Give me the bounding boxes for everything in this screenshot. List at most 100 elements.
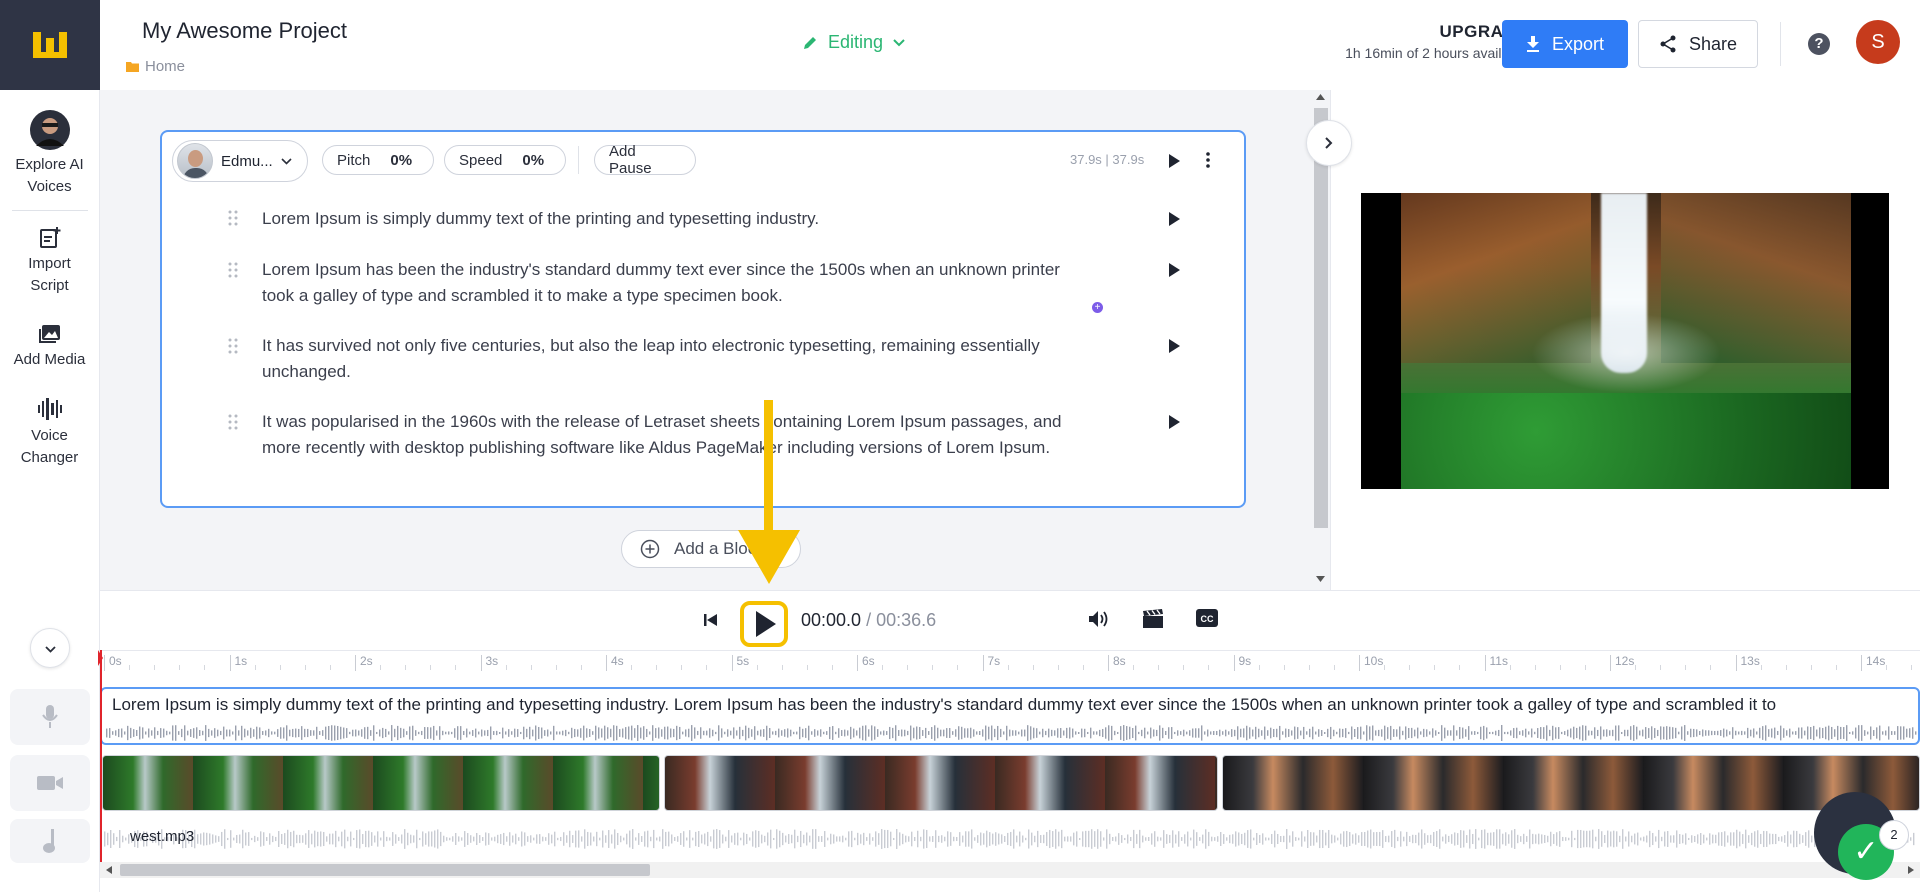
ruler-minor-tick	[1685, 665, 1687, 670]
script-paragraph[interactable]: Lorem Ipsum is simply dummy text of the …	[262, 206, 1082, 232]
play-block-icon[interactable]	[1169, 154, 1180, 168]
header-divider	[1780, 22, 1781, 66]
skip-to-start-icon[interactable]	[704, 613, 718, 627]
share-button[interactable]: Share	[1638, 20, 1758, 68]
scroll-right-icon[interactable]	[1908, 866, 1914, 874]
script-paragraph[interactable]: Lorem Ipsum has been the industry's stan…	[262, 257, 1082, 309]
help-icon[interactable]: ?	[1808, 33, 1830, 55]
drag-handle-icon[interactable]	[228, 338, 238, 354]
ruler-minor-tick	[455, 665, 457, 670]
voice-track-icon	[10, 689, 90, 745]
scroll-down-icon[interactable]	[1316, 576, 1325, 582]
pitch-control[interactable]: Pitch 0%	[322, 145, 434, 175]
playhead[interactable]	[100, 650, 102, 876]
ruler-minor-tick	[907, 665, 909, 670]
sidebar-item-import-script[interactable]: Import Script	[0, 227, 99, 297]
ruler-minor-tick	[681, 665, 683, 670]
video-clip-3[interactable]	[1222, 755, 1920, 811]
share-icon	[1660, 35, 1676, 53]
export-label: Export	[1551, 33, 1605, 54]
captions-icon[interactable]: CC	[1196, 609, 1218, 627]
scrollbar-thumb[interactable]	[120, 864, 650, 876]
play-paragraph-icon[interactable]	[1169, 212, 1180, 226]
ruler-tick-label: 3s	[480, 655, 498, 671]
play-paragraph-icon[interactable]	[1169, 415, 1180, 429]
collapse-timeline-button[interactable]	[30, 628, 70, 668]
project-title[interactable]: My Awesome Project	[142, 18, 347, 44]
music-track-icon	[10, 819, 90, 863]
speed-label: Speed	[459, 151, 503, 169]
sidebar-item-voice-changer[interactable]: Voice Changer	[0, 397, 99, 469]
drag-handle-icon[interactable]	[228, 414, 238, 430]
export-button[interactable]: Export	[1502, 20, 1628, 68]
pitch-value: 0%	[390, 151, 413, 169]
ruler-minor-tick	[530, 665, 532, 670]
script-paragraph[interactable]: It has survived not only five centuries,…	[262, 333, 1082, 385]
sidebar-item-add-media[interactable]: Add Media	[0, 323, 99, 371]
ruler-minor-tick	[1710, 665, 1712, 670]
plus-circle-icon	[640, 539, 660, 559]
script-paragraph[interactable]: It was popularised in the 1960s with the…	[262, 409, 1082, 461]
user-avatar[interactable]: S	[1856, 20, 1900, 64]
playhead-handle[interactable]	[98, 650, 103, 666]
ruler-tick-label: 9s	[1233, 655, 1251, 671]
drag-handle-icon[interactable]	[228, 262, 238, 278]
video-clip-1[interactable]	[102, 755, 660, 811]
more-vertical-icon[interactable]	[1206, 152, 1210, 168]
ruler-minor-tick	[1032, 665, 1034, 670]
insert-plus-icon[interactable]: +	[1092, 302, 1103, 313]
upgrade-link[interactable]: UPGRADE	[1345, 22, 1528, 42]
annotation-arrow-shaft	[764, 400, 773, 532]
music-note-icon	[43, 829, 55, 853]
breadcrumb-home[interactable]: Home	[145, 58, 185, 75]
ruler-tick-label: 14s	[1861, 655, 1885, 671]
play-button[interactable]	[740, 601, 788, 647]
voice-name: Edmu...	[221, 152, 273, 170]
drag-handle-icon[interactable]	[228, 210, 238, 226]
video-clip-2[interactable]	[664, 755, 1218, 811]
video-preview[interactable]	[1361, 193, 1889, 489]
ruler-minor-tick	[806, 665, 808, 670]
ruler-minor-tick	[254, 665, 256, 670]
image-icon	[38, 325, 60, 343]
chevron-down-icon	[893, 38, 905, 46]
clapperboard-icon[interactable]	[1142, 609, 1164, 629]
play-paragraph-icon[interactable]	[1169, 263, 1180, 277]
add-pause-button[interactable]: Add Pause	[594, 143, 696, 177]
ruler-minor-tick	[831, 665, 833, 670]
ruler-minor-tick	[555, 665, 557, 670]
voice-selector[interactable]: Edmu...	[172, 140, 308, 182]
ruler-minor-tick	[1760, 665, 1762, 670]
volume-icon[interactable]	[1088, 609, 1110, 629]
current-time: 00:00.0	[801, 610, 862, 630]
foliage	[1401, 393, 1851, 489]
breadcrumb[interactable]: Home	[126, 58, 185, 75]
play-icon	[756, 611, 776, 637]
voiceover-track[interactable]: Lorem Ipsum is simply dummy text of the …	[100, 687, 1920, 745]
mist	[1531, 313, 1721, 393]
timeline-scrollbar[interactable]	[100, 862, 1920, 878]
app-logo[interactable]	[0, 0, 100, 90]
time-ruler[interactable]: 0s 1s 2s 3s 4s 5s 6s 7s 8s 9s 10s 11s 12s 13s 14s	[100, 651, 1920, 673]
ruler-minor-tick	[279, 665, 281, 670]
music-track[interactable]: west.mp3	[100, 817, 1920, 861]
toolbar-divider	[578, 146, 579, 174]
ruler-minor-tick	[304, 665, 306, 670]
ruler-tick-label: 6s	[857, 655, 875, 671]
speed-control[interactable]: Speed 0%	[444, 145, 566, 175]
scroll-up-icon[interactable]	[1316, 94, 1325, 100]
sidebar-item-explore-ai-voices[interactable]: Explore AI Voices	[0, 110, 99, 198]
scrollbar-thumb[interactable]	[1314, 108, 1328, 528]
collapse-preview-button[interactable]	[1306, 120, 1352, 166]
playback-controls: 00:00.0 / 00:36.6 CC	[100, 590, 1920, 650]
upgrade-info[interactable]: UPGRADE 1h 16min of 2 hours available	[1345, 22, 1528, 61]
ruler-tick-label: 10s	[1359, 655, 1383, 671]
ruler-minor-tick	[179, 665, 181, 670]
speed-value: 0%	[522, 151, 545, 169]
voice-block[interactable]: Edmu... Pitch 0% Speed 0% Add Pause 37.9…	[160, 130, 1246, 508]
mode-label: Editing	[828, 32, 884, 52]
play-paragraph-icon[interactable]	[1169, 339, 1180, 353]
mode-dropdown[interactable]: Editing	[802, 32, 905, 53]
pencil-icon	[804, 36, 816, 49]
scroll-left-icon[interactable]	[106, 866, 112, 874]
